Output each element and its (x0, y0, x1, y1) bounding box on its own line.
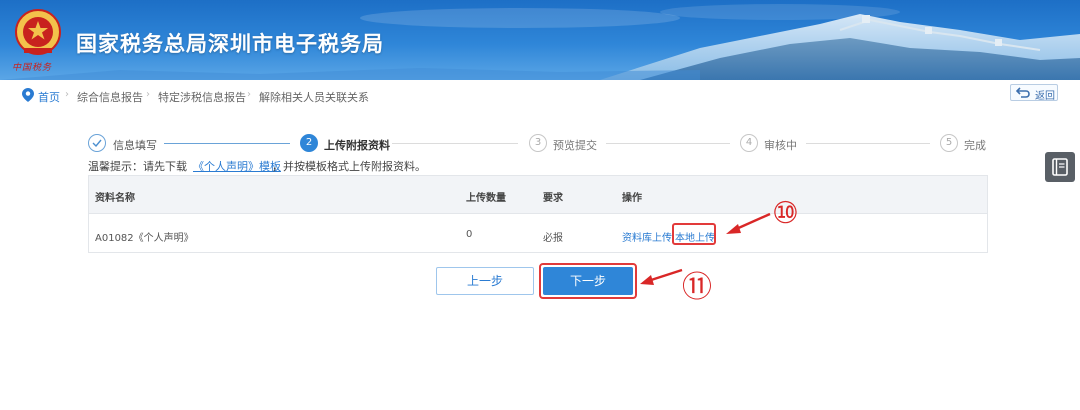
breadcrumb-separator: › (146, 89, 150, 100)
template-download-link[interactable]: 《个人声明》模板 (193, 158, 281, 174)
breadcrumb-separator: › (247, 89, 251, 100)
breadcrumb-home[interactable]: 首页 (38, 89, 60, 105)
header-banner: 中国税务 国家税务总局深圳市电子税务局 (0, 0, 1080, 80)
table-header: 资料名称 上传数量 要求 操作 (89, 176, 987, 214)
column-header-requirement: 要求 (543, 193, 563, 204)
step-connector (164, 143, 290, 144)
back-button[interactable]: 返回 (1010, 84, 1058, 102)
row-material-name: A01082《个人声明》 (95, 233, 194, 244)
step-5-circle: 5 (940, 134, 958, 152)
prev-step-button[interactable]: 上一步 (436, 267, 534, 295)
return-icon (1016, 87, 1030, 98)
step-connector (806, 143, 930, 144)
step-1-label: 信息填写 (113, 139, 157, 152)
breadcrumb-item-report[interactable]: 综合信息报告 (77, 89, 143, 105)
next-step-button[interactable]: 下一步 (543, 267, 633, 295)
attachment-table: 资料名称 上传数量 要求 操作 A01082《个人声明》 0 必报 资料库上传 … (88, 175, 988, 253)
breadcrumb-item-tax-info[interactable]: 特定涉税信息报告 (158, 89, 246, 105)
callout-11: ⑪ (682, 270, 712, 305)
library-upload-link[interactable]: 资料库上传 (622, 229, 672, 244)
callout-10: ⑩ (772, 196, 799, 231)
location-pin-icon (22, 88, 34, 102)
back-button-label: 返回 (1035, 91, 1055, 102)
site-title: 国家税务总局深圳市电子税务局 (76, 32, 384, 56)
emblem-icon (15, 9, 61, 55)
emblem-text: 中国税务 (12, 63, 53, 73)
local-upload-highlight (672, 223, 716, 245)
book-icon (1052, 158, 1068, 176)
progress-steps: 信息填写 2 上传附报资料 3 预览提交 4 审核中 5 完成 (0, 134, 1080, 156)
step-2-circle: 2 (300, 134, 318, 152)
column-header-actions: 操作 (622, 193, 642, 204)
step-3-label: 预览提交 (553, 139, 597, 152)
step-4-label: 审核中 (764, 139, 797, 152)
row-requirement: 必报 (543, 233, 563, 244)
arrow-11-head (640, 275, 654, 285)
arrow-11-line (647, 268, 683, 283)
tip-prefix: 温馨提示：请先下载 (88, 160, 187, 173)
step-1-circle (88, 134, 106, 152)
breadcrumb-item-current: 解除相关人员关联关系 (259, 91, 369, 104)
step-connector (392, 143, 518, 144)
step-3-circle: 3 (529, 134, 547, 152)
step-connector (606, 143, 730, 144)
step-4-circle: 4 (740, 134, 758, 152)
guide-book-button[interactable] (1045, 152, 1075, 182)
breadcrumb-separator: › (65, 89, 69, 100)
tip-suffix: ，并按模板格式上传附报资料。 (272, 160, 426, 173)
column-header-count: 上传数量 (466, 193, 506, 204)
row-upload-count: 0 (466, 229, 473, 240)
step-2-label: 上传附报资料 (324, 139, 390, 152)
column-header-name: 资料名称 (95, 193, 135, 204)
check-icon (92, 139, 102, 148)
step-5-label: 完成 (964, 139, 986, 152)
breadcrumb: 首页 › 综合信息报告 › 特定涉税信息报告 › 解除相关人员关联关系 (0, 80, 1080, 110)
